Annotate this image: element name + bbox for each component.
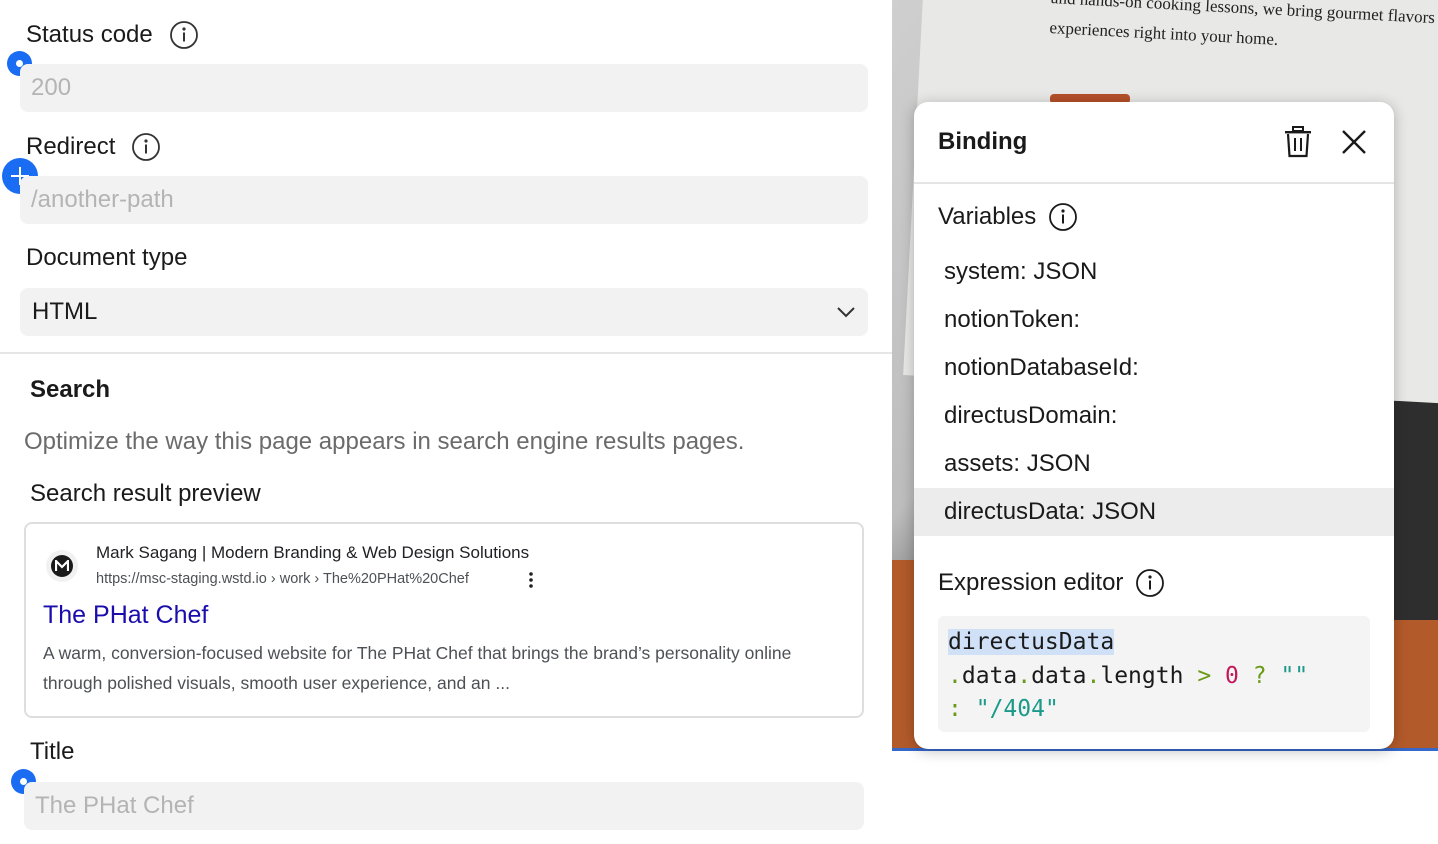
info-icon[interactable] <box>131 132 161 162</box>
title-label-text: Title <box>30 738 75 765</box>
code-token: . <box>1086 662 1101 689</box>
variable-item[interactable]: assets: JSON <box>914 440 1394 488</box>
code-token: length <box>1100 662 1184 689</box>
status-code-input[interactable]: 200 <box>20 64 868 112</box>
serp-title[interactable]: The PHat Chef <box>43 601 208 630</box>
document-type-label-text: Document type <box>26 244 188 271</box>
code-token: ? <box>1252 662 1267 689</box>
variable-item[interactable]: directusDomain: <box>914 392 1394 440</box>
settings-panel: Status code 200 Redirect /another-path D… <box>0 0 892 844</box>
title-label: Title <box>30 738 74 766</box>
code-token: > <box>1197 662 1212 689</box>
document-type-value: HTML <box>32 298 98 325</box>
variable-item-selected[interactable]: directusData: JSON <box>914 488 1394 536</box>
expression-editor[interactable]: directusData .data.data.length > 0 ? "" … <box>938 616 1370 732</box>
search-preview-label: Search result preview <box>30 480 261 507</box>
code-token: : <box>948 696 962 722</box>
close-icon[interactable] <box>1341 129 1367 155</box>
chevron-down-icon <box>837 307 855 318</box>
code-token: "" <box>1280 662 1309 689</box>
search-section-title: Search <box>30 376 111 403</box>
variable-item[interactable]: notionDatabaseId: <box>914 344 1394 392</box>
code-token: . <box>1017 662 1032 689</box>
search-section-description: Optimize the way this page appears in se… <box>24 428 745 455</box>
binding-popover: Binding Variables system: JSON notionTok… <box>914 102 1394 749</box>
expression-editor-label: Expression editor <box>938 569 1124 596</box>
document-type-label: Document type <box>26 244 187 272</box>
variable-item[interactable]: system: JSON <box>914 248 1394 296</box>
code-token: data <box>1031 662 1087 689</box>
logo-m-icon <box>55 560 69 571</box>
document-type-select[interactable]: HTML <box>20 288 868 336</box>
expression-editor-header: Expression editor <box>938 568 1165 598</box>
search-result-preview: Mark Sagang | Modern Branding & Web Desi… <box>24 522 864 718</box>
variables-label: Variables <box>938 203 1037 230</box>
code-token: 0 <box>1225 662 1239 689</box>
redirect-input[interactable]: /another-path <box>20 176 868 224</box>
code-token: directusData <box>948 629 1115 655</box>
serp-description: A warm, conversion-focused website for T… <box>43 643 792 693</box>
redirect-label: Redirect <box>26 132 161 162</box>
info-icon[interactable] <box>1135 568 1165 598</box>
section-divider <box>0 352 892 354</box>
variable-item[interactable]: notionToken: <box>914 296 1394 344</box>
redirect-label-text: Redirect <box>26 133 116 160</box>
code-token: . <box>948 662 962 689</box>
trash-icon[interactable] <box>1284 126 1312 158</box>
title-input[interactable]: The PHat Chef <box>24 782 864 830</box>
popover-divider <box>914 182 1394 184</box>
more-vertical-icon[interactable] <box>526 570 536 590</box>
status-code-label: Status code <box>26 20 199 50</box>
info-icon[interactable] <box>1048 202 1078 232</box>
status-code-label-text: Status code <box>26 21 153 48</box>
site-favicon <box>46 550 78 582</box>
variables-header: Variables <box>938 202 1078 232</box>
code-token: "/404" <box>975 696 1059 722</box>
info-icon[interactable] <box>169 20 199 50</box>
serp-site-name: Mark Sagang | Modern Branding & Web Desi… <box>96 543 530 562</box>
serp-url: https://msc-staging.wstd.io › work › The… <box>96 571 469 587</box>
popover-title: Binding <box>938 128 1028 155</box>
code-token: data <box>961 662 1018 689</box>
